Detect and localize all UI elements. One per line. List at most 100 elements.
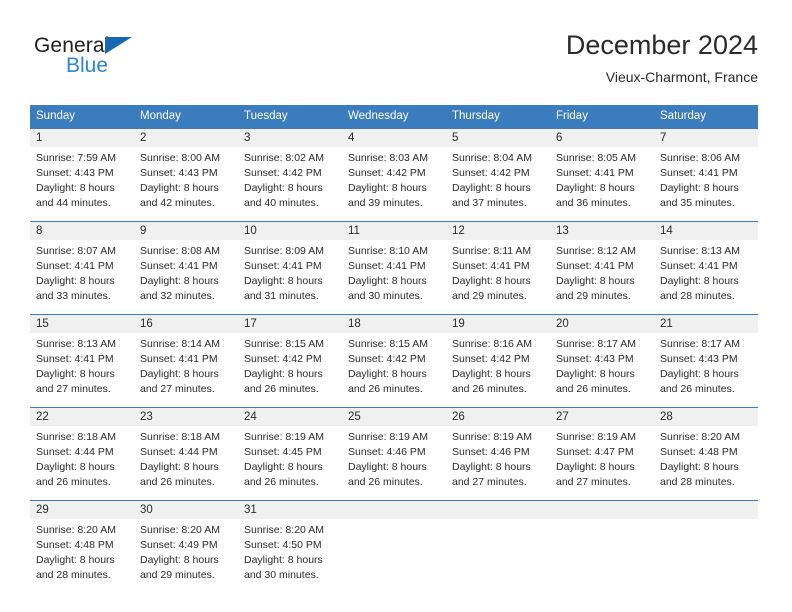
calendar-day-cell[interactable]: 4 Sunrise: 8:03 AM Sunset: 4:42 PM Daylight… — [342, 129, 446, 222]
day-detail-daylight-2: and 26 minutes. — [140, 476, 215, 488]
day-details: Sunrise: 8:20 AM Sunset: 4:49 PM Daylight:… — [134, 519, 238, 593]
day-detail-sunset: Sunset: 4:44 PM — [36, 446, 114, 458]
calendar-header-row: Sunday Monday Tuesday Wednesday Thursday… — [30, 105, 758, 129]
day-detail-daylight-2: and 30 minutes. — [348, 290, 423, 302]
day-detail-daylight-2: and 28 minutes. — [660, 290, 735, 302]
weekday-header-sunday: Sunday — [30, 105, 134, 129]
day-detail-daylight-1: Daylight: 8 hours — [452, 275, 531, 287]
calendar-day-cell[interactable]: 26 Sunrise: 8:19 AM Sunset: 4:46 PM Dayligh… — [446, 407, 550, 501]
day-details: Sunrise: 8:03 AM Sunset: 4:42 PM Daylight:… — [342, 147, 446, 221]
day-detail-sunset: Sunset: 4:42 PM — [244, 353, 322, 365]
day-detail-sunrise: Sunrise: 8:00 AM — [140, 152, 220, 164]
calendar-day-cell[interactable]: 7 Sunrise: 8:06 AM Sunset: 4:41 PM Daylight… — [654, 129, 758, 222]
day-detail-sunset: Sunset: 4:43 PM — [36, 167, 114, 179]
calendar-day-cell[interactable]: 14 Sunrise: 8:13 AM Sunset: 4:41 PM Dayligh… — [654, 221, 758, 315]
calendar-day-cell[interactable]: 13 Sunrise: 8:12 AM Sunset: 4:41 PM Dayligh… — [550, 221, 654, 315]
day-details: Sunrise: 8:13 AM Sunset: 4:41 PM Daylight:… — [30, 333, 134, 407]
day-number: 2 — [134, 129, 238, 147]
calendar-day-cell[interactable]: 31 Sunrise: 8:20 AM Sunset: 4:50 PM Dayligh… — [238, 500, 342, 593]
day-detail-sunset: Sunset: 4:43 PM — [556, 353, 634, 365]
day-detail-daylight-2: and 29 minutes. — [452, 290, 527, 302]
calendar-day-cell[interactable]: 3 Sunrise: 8:02 AM Sunset: 4:42 PM Daylight… — [238, 129, 342, 222]
day-detail-sunset: Sunset: 4:45 PM — [244, 446, 322, 458]
day-detail-daylight-2: and 26 minutes. — [244, 383, 319, 395]
day-number: 3 — [238, 129, 342, 147]
day-details: Sunrise: 8:00 AM Sunset: 4:43 PM Daylight:… — [134, 147, 238, 221]
calendar-day-cell[interactable]: 2 Sunrise: 8:00 AM Sunset: 4:43 PM Daylight… — [134, 129, 238, 222]
calendar-day-cell[interactable]: 22 Sunrise: 8:18 AM Sunset: 4:44 PM Dayligh… — [30, 407, 134, 501]
calendar-day-cell[interactable]: 15 Sunrise: 8:13 AM Sunset: 4:41 PM Dayligh… — [30, 314, 134, 408]
weekday-header-tuesday: Tuesday — [238, 105, 342, 129]
day-detail-sunset: Sunset: 4:41 PM — [140, 260, 218, 272]
day-detail-daylight-2: and 29 minutes. — [140, 569, 215, 581]
day-number: 28 — [654, 408, 758, 426]
day-detail-sunrise: Sunrise: 8:15 AM — [244, 338, 324, 350]
calendar-day-cell[interactable]: 21 Sunrise: 8:17 AM Sunset: 4:43 PM Dayligh… — [654, 314, 758, 408]
day-detail-daylight-1: Daylight: 8 hours — [244, 275, 323, 287]
day-number: 4 — [342, 129, 446, 147]
day-number: 27 — [550, 408, 654, 426]
day-number: 9 — [134, 222, 238, 240]
calendar-day-cell[interactable]: 6 Sunrise: 8:05 AM Sunset: 4:41 PM Daylight… — [550, 129, 654, 222]
calendar-day-cell[interactable]: 16 Sunrise: 8:14 AM Sunset: 4:41 PM Dayligh… — [134, 314, 238, 408]
day-details: Sunrise: 8:13 AM Sunset: 4:41 PM Daylight:… — [654, 240, 758, 314]
day-number: 20 — [550, 315, 654, 333]
calendar-day-cell[interactable]: 17 Sunrise: 8:15 AM Sunset: 4:42 PM Dayligh… — [238, 314, 342, 408]
calendar-day-cell[interactable]: 20 Sunrise: 8:17 AM Sunset: 4:43 PM Dayligh… — [550, 314, 654, 408]
calendar-day-cell[interactable]: 10 Sunrise: 8:09 AM Sunset: 4:41 PM Dayligh… — [238, 221, 342, 315]
weekday-header-friday: Friday — [550, 105, 654, 129]
day-details: Sunrise: 8:15 AM Sunset: 4:42 PM Daylight:… — [238, 333, 342, 407]
day-details: Sunrise: 8:17 AM Sunset: 4:43 PM Daylight:… — [550, 333, 654, 407]
calendar-day-cell[interactable]: 1 Sunrise: 7:59 AM Sunset: 4:43 PM Daylight… — [30, 129, 134, 222]
day-detail-sunrise: Sunrise: 8:09 AM — [244, 245, 324, 257]
calendar-day-cell[interactable]: 12 Sunrise: 8:11 AM Sunset: 4:41 PM Dayligh… — [446, 221, 550, 315]
day-number: 6 — [550, 129, 654, 147]
calendar-day-cell[interactable]: 24 Sunrise: 8:19 AM Sunset: 4:45 PM Dayligh… — [238, 407, 342, 501]
day-detail-daylight-2: and 26 minutes. — [556, 383, 631, 395]
weekday-header-wednesday: Wednesday — [342, 105, 446, 129]
day-detail-daylight-2: and 26 minutes. — [244, 476, 319, 488]
day-number — [446, 501, 550, 519]
calendar-day-cell[interactable]: 9 Sunrise: 8:08 AM Sunset: 4:41 PM Daylight… — [134, 221, 238, 315]
day-detail-sunrise: Sunrise: 8:18 AM — [36, 431, 116, 443]
day-number: 10 — [238, 222, 342, 240]
day-detail-sunset: Sunset: 4:41 PM — [452, 260, 530, 272]
day-detail-sunrise: Sunrise: 8:20 AM — [660, 431, 740, 443]
day-number — [342, 501, 446, 519]
day-details: Sunrise: 8:06 AM Sunset: 4:41 PM Daylight:… — [654, 147, 758, 221]
calendar-table: Sunday Monday Tuesday Wednesday Thursday… — [30, 105, 758, 593]
day-detail-sunrise: Sunrise: 8:20 AM — [140, 524, 220, 536]
day-number: 12 — [446, 222, 550, 240]
calendar-day-cell[interactable]: 27 Sunrise: 8:19 AM Sunset: 4:47 PM Dayligh… — [550, 407, 654, 501]
calendar-day-cell[interactable]: 18 Sunrise: 8:15 AM Sunset: 4:42 PM Dayligh… — [342, 314, 446, 408]
day-detail-sunset: Sunset: 4:49 PM — [140, 539, 218, 551]
day-details — [446, 519, 550, 581]
day-detail-daylight-1: Daylight: 8 hours — [348, 368, 427, 380]
day-details: Sunrise: 8:08 AM Sunset: 4:41 PM Daylight:… — [134, 240, 238, 314]
day-detail-daylight-2: and 26 minutes. — [348, 383, 423, 395]
calendar-day-cell[interactable]: 23 Sunrise: 8:18 AM Sunset: 4:44 PM Dayligh… — [134, 407, 238, 501]
calendar-week-row: 29 Sunrise: 8:20 AM Sunset: 4:48 PM Dayligh… — [30, 500, 758, 593]
calendar-day-cell[interactable]: 25 Sunrise: 8:19 AM Sunset: 4:46 PM Dayligh… — [342, 407, 446, 501]
general-blue-logo[interactable]: General Blue — [34, 34, 214, 90]
day-number — [654, 501, 758, 519]
day-detail-sunset: Sunset: 4:41 PM — [660, 167, 738, 179]
calendar-body: 1 Sunrise: 7:59 AM Sunset: 4:43 PM Daylight… — [30, 129, 758, 593]
calendar-day-cell[interactable]: 11 Sunrise: 8:10 AM Sunset: 4:41 PM Dayligh… — [342, 221, 446, 315]
day-detail-sunrise: Sunrise: 8:19 AM — [348, 431, 428, 443]
day-number: 15 — [30, 315, 134, 333]
calendar-day-cell[interactable]: 19 Sunrise: 8:16 AM Sunset: 4:42 PM Dayligh… — [446, 314, 550, 408]
calendar-day-cell[interactable]: 29 Sunrise: 8:20 AM Sunset: 4:48 PM Dayligh… — [30, 500, 134, 593]
day-detail-daylight-2: and 37 minutes. — [452, 197, 527, 209]
day-detail-sunrise: Sunrise: 8:17 AM — [660, 338, 740, 350]
calendar-day-cell[interactable]: 5 Sunrise: 8:04 AM Sunset: 4:42 PM Daylight… — [446, 129, 550, 222]
page-subtitle-location: Vieux-Charmont, France — [605, 69, 758, 85]
calendar-cell-empty — [342, 500, 446, 593]
day-detail-sunset: Sunset: 4:43 PM — [140, 167, 218, 179]
day-detail-sunrise: Sunrise: 8:17 AM — [556, 338, 636, 350]
calendar-day-cell[interactable]: 28 Sunrise: 8:20 AM Sunset: 4:48 PM Dayligh… — [654, 407, 758, 501]
day-detail-daylight-1: Daylight: 8 hours — [140, 275, 219, 287]
day-detail-sunrise: Sunrise: 8:14 AM — [140, 338, 220, 350]
calendar-day-cell[interactable]: 8 Sunrise: 8:07 AM Sunset: 4:41 PM Daylight… — [30, 221, 134, 315]
calendar-day-cell[interactable]: 30 Sunrise: 8:20 AM Sunset: 4:49 PM Dayligh… — [134, 500, 238, 593]
